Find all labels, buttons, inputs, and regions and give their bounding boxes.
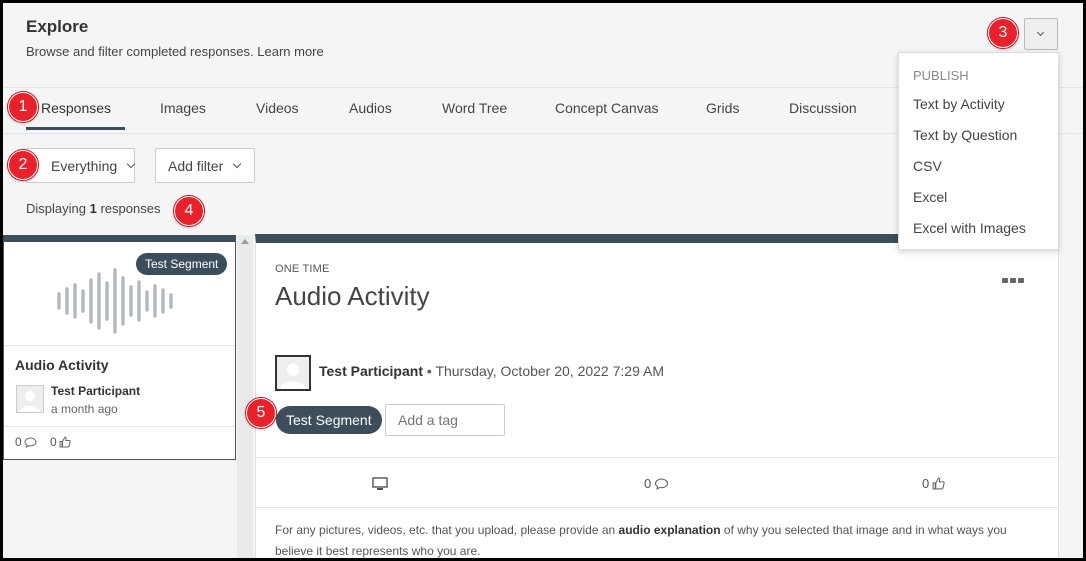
separator-dot: • bbox=[426, 363, 432, 379]
add-filter-button[interactable]: Add filter bbox=[155, 148, 255, 183]
like-count: 0 bbox=[922, 476, 930, 491]
add-tag-input[interactable] bbox=[385, 404, 505, 436]
audio-waveform-icon bbox=[57, 268, 173, 334]
comment-count: 0 bbox=[15, 435, 22, 449]
page-title: Explore bbox=[26, 17, 89, 36]
card-divider bbox=[4, 426, 235, 427]
count-prefix: Displaying bbox=[26, 201, 86, 216]
list-scrollbar[interactable] bbox=[237, 235, 253, 558]
card-divider bbox=[4, 345, 235, 346]
user-placeholder-icon bbox=[19, 391, 41, 412]
tab-concept-canvas[interactable]: Concept Canvas bbox=[555, 100, 659, 116]
response-datetime: Thursday, October 20, 2022 7:29 AM bbox=[435, 363, 664, 379]
card-like-count[interactable]: 0 bbox=[50, 435, 71, 449]
detail-divider bbox=[256, 457, 1058, 458]
tab-grids[interactable]: Grids bbox=[706, 100, 739, 116]
card-timestamp: a month ago bbox=[51, 402, 118, 416]
tab-discussion[interactable]: Discussion bbox=[789, 100, 857, 116]
card-title[interactable]: Audio Activity bbox=[15, 357, 109, 373]
tab-audios[interactable]: Audios bbox=[349, 100, 392, 116]
menu-item-csv[interactable]: CSV bbox=[913, 158, 942, 174]
more-options-icon[interactable] bbox=[1002, 278, 1024, 283]
publish-menu: PUBLISH Text by Activity Text by Questio… bbox=[898, 52, 1059, 250]
chevron-down-icon bbox=[1036, 28, 1045, 37]
active-tab-indicator bbox=[26, 127, 125, 130]
thumbs-up-icon bbox=[932, 477, 945, 490]
subtitle-text: Browse and filter completed responses. bbox=[26, 44, 254, 59]
annotation-marker-4: 4 bbox=[174, 196, 204, 226]
response-card[interactable]: Test Segment Audio Activity Test Partici… bbox=[3, 235, 236, 460]
activity-description: For any pictures, videos, etc. that you … bbox=[275, 523, 1007, 558]
thumbs-up-icon bbox=[59, 436, 71, 448]
tab-responses[interactable]: Responses bbox=[41, 100, 111, 116]
user-placeholder-icon bbox=[280, 363, 306, 389]
annotation-marker-2: 2 bbox=[8, 150, 38, 180]
menu-item-text-by-question[interactable]: Text by Question bbox=[913, 127, 1017, 143]
activity-kind: ONE TIME bbox=[275, 263, 330, 275]
menu-header: PUBLISH bbox=[913, 68, 969, 83]
like-count: 0 bbox=[50, 435, 57, 449]
comment-count: 0 bbox=[644, 476, 652, 491]
detail-comment-count[interactable]: 0 bbox=[644, 476, 669, 491]
response-count: Displaying 1 responses bbox=[26, 201, 160, 216]
participant-line: Test Participant • Thursday, October 20,… bbox=[319, 363, 664, 379]
response-detail-panel: ONE TIME Audio Activity Test Participant… bbox=[255, 234, 1059, 558]
scroll-up-icon[interactable] bbox=[241, 239, 249, 244]
card-participant-name[interactable]: Test Participant bbox=[51, 384, 140, 398]
count-value: 1 bbox=[89, 201, 97, 216]
tab-videos[interactable]: Videos bbox=[256, 100, 299, 116]
add-filter-label: Add filter bbox=[168, 157, 224, 174]
chevron-down-icon bbox=[233, 159, 242, 169]
annotation-marker-1: 1 bbox=[8, 92, 38, 122]
scope-select[interactable]: Everything bbox=[26, 148, 136, 183]
annotation-marker-5: 5 bbox=[246, 398, 276, 428]
participant-name[interactable]: Test Participant bbox=[319, 363, 423, 379]
annotation-marker-3: 3 bbox=[988, 18, 1018, 48]
detail-like-count[interactable]: 0 bbox=[922, 476, 945, 491]
detail-divider bbox=[256, 507, 1058, 508]
app-frame: Explore Browse and filter completed resp… bbox=[3, 3, 1083, 558]
menu-item-text-by-activity[interactable]: Text by Activity bbox=[913, 96, 1005, 112]
learn-more-link[interactable]: Learn more bbox=[257, 44, 323, 59]
scope-select-value: Everything bbox=[51, 157, 118, 174]
card-comment-count[interactable]: 0 bbox=[15, 435, 37, 449]
segment-badge: Test Segment bbox=[136, 253, 228, 275]
menu-item-excel-with-images[interactable]: Excel with Images bbox=[913, 220, 1026, 236]
publish-dropdown-button[interactable] bbox=[1024, 18, 1058, 50]
tab-word-tree[interactable]: Word Tree bbox=[442, 100, 507, 116]
page-subtitle: Browse and filter completed responses. L… bbox=[26, 44, 324, 59]
segment-tag[interactable]: Test Segment bbox=[276, 406, 382, 434]
avatar bbox=[275, 355, 311, 391]
avatar bbox=[16, 385, 44, 413]
desktop-device-icon bbox=[372, 477, 388, 490]
count-suffix: responses bbox=[100, 201, 161, 216]
chevron-down-icon bbox=[126, 159, 136, 169]
tab-images[interactable]: Images bbox=[160, 100, 206, 116]
detail-title: Audio Activity bbox=[275, 281, 430, 311]
menu-item-excel[interactable]: Excel bbox=[913, 189, 947, 205]
comment-icon bbox=[655, 478, 669, 490]
comment-icon bbox=[24, 436, 37, 448]
